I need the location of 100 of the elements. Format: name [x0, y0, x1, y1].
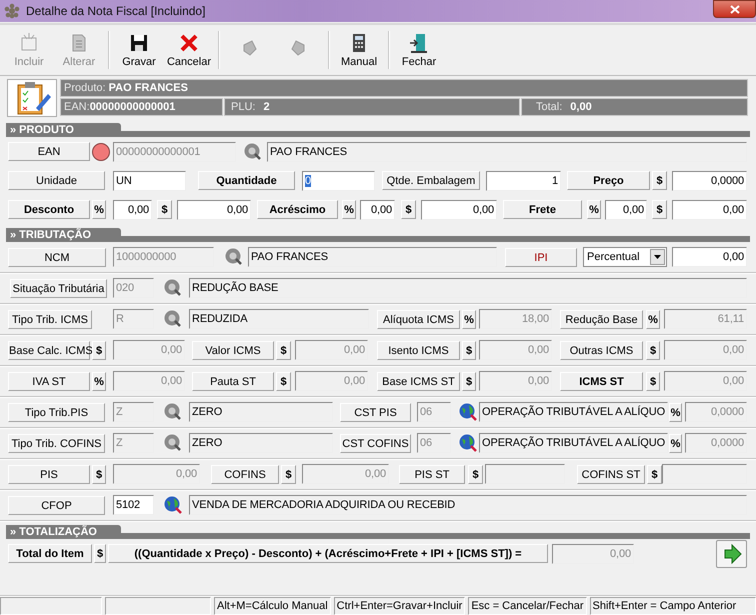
input-field[interactable]: 0 [302, 170, 375, 190]
input-field[interactable]: PAO FRANCES [267, 142, 747, 162]
next-button[interactable] [716, 540, 747, 568]
unit-label: $ [276, 340, 291, 360]
input-field[interactable]: 0,00 [295, 340, 368, 360]
search-icon[interactable] [164, 279, 182, 297]
input-field[interactable]: 0,00 [479, 371, 552, 391]
input-field[interactable]: R [113, 309, 154, 329]
input-field[interactable]: 0,0000 [672, 170, 747, 190]
unit-label: $ [92, 464, 106, 484]
globe-icon[interactable] [459, 434, 477, 452]
field-label: ICMS ST [560, 372, 643, 390]
input-field[interactable]: 0,00 [113, 371, 185, 391]
input-field[interactable]: 0,00 [302, 464, 389, 484]
input-field[interactable]: 0,00 [552, 544, 634, 564]
field-label: IVA ST [8, 372, 90, 390]
input-field[interactable]: 0,00 [113, 340, 185, 360]
toolbar-button[interactable]: Gravar [114, 27, 164, 73]
toolbar-button[interactable]: Cancelar [164, 27, 214, 73]
input-field[interactable]: 0,00 [421, 200, 497, 220]
input-field[interactable]: Z [113, 402, 154, 422]
unit-label: % [92, 372, 106, 390]
field-label: Pauta ST [192, 372, 274, 390]
input-field[interactable]: 61,11 [664, 309, 747, 329]
field-label: Acréscimo [257, 200, 338, 219]
search-icon[interactable] [244, 142, 262, 160]
input-field[interactable]: PAO FRANCES [248, 247, 497, 267]
input-field[interactable]: 0,00 [177, 200, 251, 220]
field-label: CST COFINS [340, 434, 411, 452]
unit-label: $ [401, 200, 416, 219]
close-button[interactable] [713, 0, 756, 18]
field-label: Situação Tributária [10, 278, 107, 298]
section-header: » PRODUTO [6, 123, 121, 137]
status-text: Esc = Cancelar/Fechar [468, 597, 586, 615]
input-field[interactable]: ZERO [189, 402, 333, 422]
unit-label: $ [276, 372, 291, 390]
input-field[interactable]: OPERAÇÃO TRIBUTÁVEL A ALÍQUO [479, 433, 668, 453]
input-field[interactable]: ZERO [189, 433, 333, 453]
field-label: Preço [567, 171, 650, 190]
unit-label: % [462, 310, 476, 328]
input-field[interactable]: 0,00 [113, 200, 152, 220]
input-field[interactable]: 020 [113, 278, 154, 298]
input-field[interactable]: 0,00 [360, 200, 395, 220]
input-field[interactable]: 0,00 [113, 464, 200, 484]
status-text: Alt+M=Cálculo Manual [214, 597, 331, 615]
total-panel: Total: 0,00 [521, 98, 748, 116]
field-label: PIS ST [399, 464, 465, 484]
input-field[interactable]: 0,00 [295, 371, 368, 391]
search-icon[interactable] [225, 248, 243, 266]
input-field[interactable]: 0,00 [479, 340, 552, 360]
app-icon [4, 3, 20, 19]
unit-label: $ [462, 340, 476, 360]
field-label: Desconto [8, 200, 90, 219]
input-field[interactable]: 06 [417, 433, 451, 453]
product-panel: Produto: PAO FRANCES [60, 79, 748, 97]
unit-label: $ [157, 200, 172, 219]
input-field[interactable]: 00000000000001 [113, 142, 236, 162]
search-icon[interactable] [164, 403, 182, 421]
dropdown[interactable]: Percentual [583, 247, 667, 267]
unit-label: $ [92, 340, 106, 360]
input-field[interactable]: 1000000000 [113, 247, 214, 267]
toolbar-button[interactable]: Manual [334, 27, 384, 73]
input-field[interactable]: 0,00 [664, 340, 747, 360]
unit-label: % [669, 402, 682, 422]
input-field[interactable]: OPERAÇÃO TRIBUTÁVEL A ALÍQUO [479, 402, 668, 422]
field-label: IPI [505, 248, 577, 266]
input-field[interactable]: VENDA DE MERCADORIA ADQUIRIDA OU RECEBID [189, 495, 747, 515]
close-icon [730, 4, 740, 14]
field-label: Isento ICMS [377, 340, 460, 360]
cancel-icon [178, 32, 200, 54]
input-field[interactable]: 0,00 [672, 200, 747, 220]
field-label: COFINS ST [577, 464, 645, 484]
section-header: » TOTALIZAÇÃO [6, 525, 121, 539]
input-field[interactable]: 06 [417, 402, 451, 422]
search-icon[interactable] [164, 310, 182, 328]
status-text: Ctrl+Enter=Gravar+Incluir [334, 597, 466, 615]
toolbar-button[interactable]: Fechar [394, 27, 444, 73]
door-icon [408, 32, 430, 54]
globe-icon[interactable] [164, 496, 182, 514]
input-field[interactable]: 0,00 [664, 371, 747, 391]
input-field[interactable]: 5102 [113, 495, 154, 515]
field-label: CFOP [8, 496, 105, 514]
globe-icon[interactable] [459, 403, 477, 421]
input-field[interactable]: 0,00 [605, 200, 647, 220]
input-field[interactable]: 0,0000 [685, 433, 747, 453]
field-label: COFINS [211, 464, 279, 484]
input-field[interactable]: 0,00 [672, 247, 747, 267]
input-field[interactable]: 18,00 [479, 309, 552, 329]
input-field[interactable]: 1 [486, 170, 561, 190]
unit-label: % [669, 434, 682, 452]
field-label: Frete [503, 200, 582, 219]
search-icon[interactable] [164, 434, 182, 452]
input-field[interactable]: Z [113, 433, 154, 453]
input-field[interactable]: 0,0000 [685, 402, 747, 422]
field-label: Outras ICMS [560, 340, 643, 360]
field-label: ((Quantidade x Preço) - Desconto) + (Acréscimo+Frete + IPI + [ICMS ST]) = [108, 544, 548, 563]
input-field[interactable]: REDUÇÃO BASE [189, 278, 747, 298]
field-label: Base Calc. ICMS [8, 340, 90, 360]
input-field[interactable]: REDUZIDA [189, 309, 369, 329]
input-field[interactable]: UN [113, 170, 186, 190]
